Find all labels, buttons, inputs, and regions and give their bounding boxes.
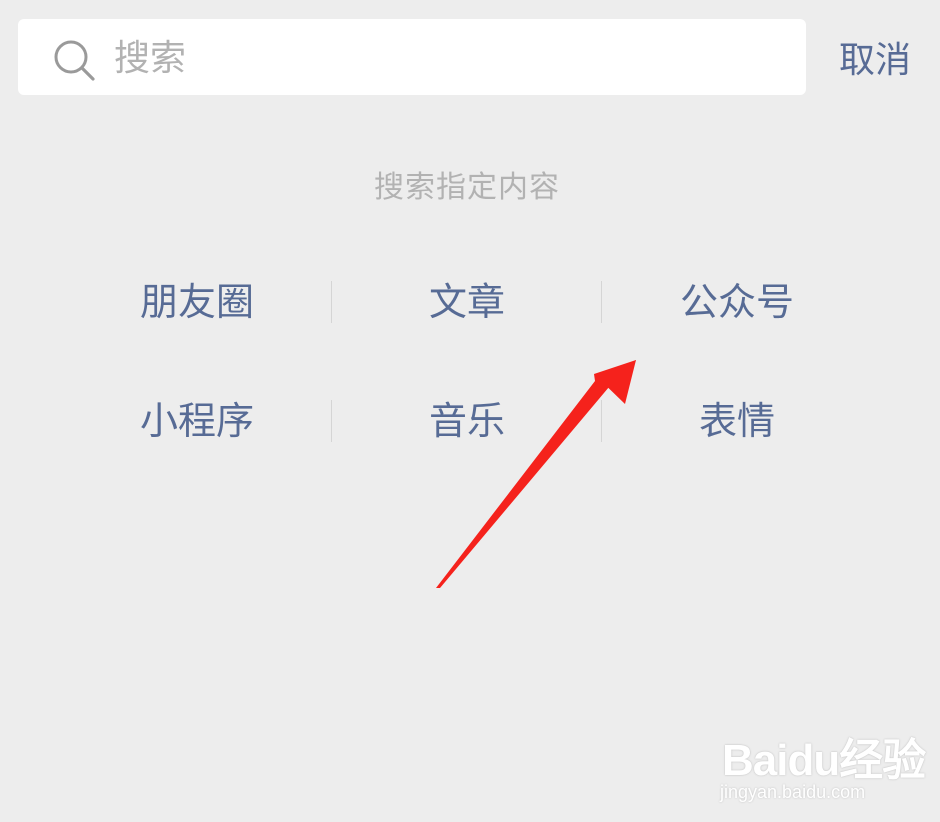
category-stickers[interactable]: 表情	[602, 391, 872, 451]
watermark-logo: Baidu经验	[722, 736, 926, 785]
category-grid: 朋友圈 文章 公众号 小程序 音乐 表情	[62, 0, 872, 822]
watermark-url: jingyan.baidu.com	[720, 782, 866, 802]
category-articles[interactable]: 文章	[332, 272, 602, 332]
category-music[interactable]: 音乐	[332, 391, 602, 451]
category-official-accounts[interactable]: 公众号	[602, 272, 872, 332]
category-mini-programs[interactable]: 小程序	[62, 391, 332, 451]
category-moments[interactable]: 朋友圈	[62, 272, 332, 332]
watermark: Baidu经验 jingyan.baidu.com	[718, 724, 926, 804]
